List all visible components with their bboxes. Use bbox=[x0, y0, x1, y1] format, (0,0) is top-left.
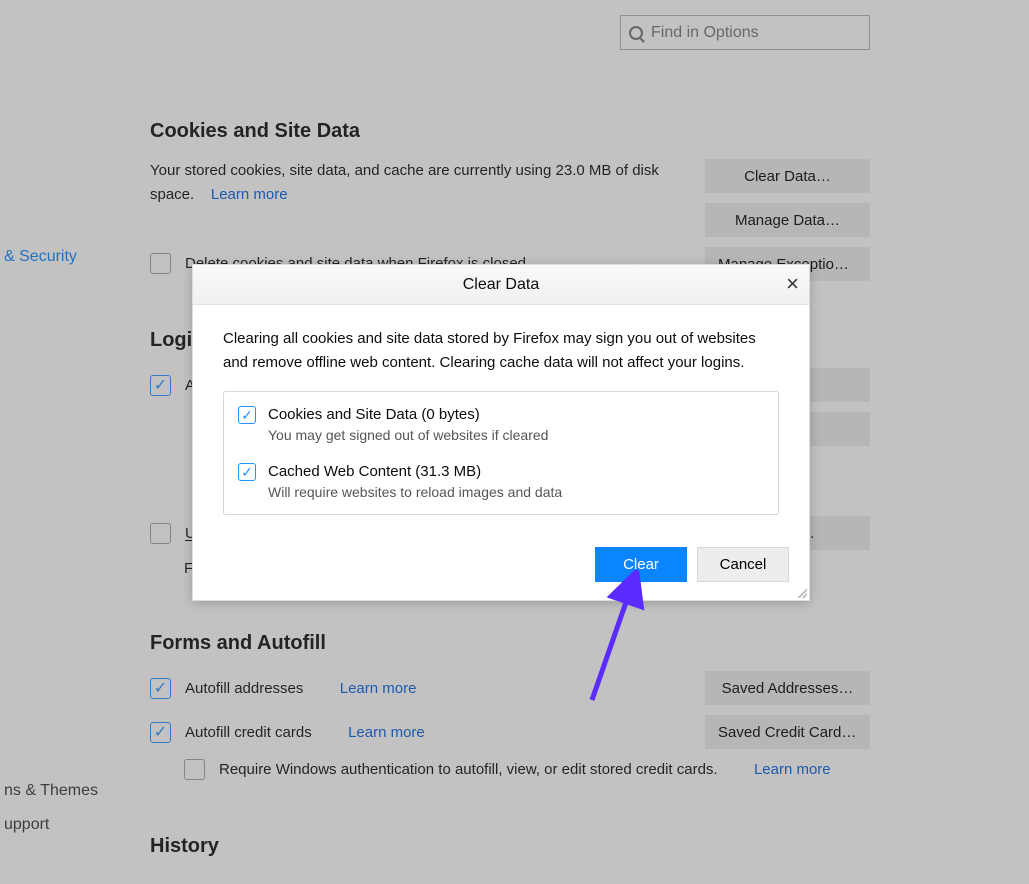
option-cookies-checkbox[interactable]: ✓ bbox=[238, 406, 256, 424]
option-cache-sub: Will require websites to reload images a… bbox=[268, 484, 562, 500]
dialog-description: Clearing all cookies and site data store… bbox=[223, 327, 779, 375]
option-cookies[interactable]: ✓ Cookies and Site Data (0 bytes) You ma… bbox=[224, 396, 778, 453]
dialog-title: Clear Data bbox=[463, 276, 539, 294]
option-cache-checkbox[interactable]: ✓ bbox=[238, 463, 256, 481]
close-icon[interactable]: × bbox=[786, 271, 799, 297]
option-cache[interactable]: ✓ Cached Web Content (31.3 MB) Will requ… bbox=[224, 453, 778, 510]
clear-button[interactable]: Clear bbox=[595, 547, 687, 582]
cancel-button[interactable]: Cancel bbox=[697, 547, 789, 582]
option-cookies-sub: You may get signed out of websites if cl… bbox=[268, 427, 548, 443]
option-cookies-title: Cookies and Site Data (0 bytes) bbox=[268, 406, 548, 423]
clear-data-dialog: Clear Data × Clearing all cookies and si… bbox=[192, 264, 810, 601]
dialog-header: Clear Data × bbox=[193, 265, 809, 305]
resize-grip-icon[interactable] bbox=[795, 586, 807, 598]
option-cache-title: Cached Web Content (31.3 MB) bbox=[268, 463, 562, 480]
clear-options: ✓ Cookies and Site Data (0 bytes) You ma… bbox=[223, 391, 779, 515]
